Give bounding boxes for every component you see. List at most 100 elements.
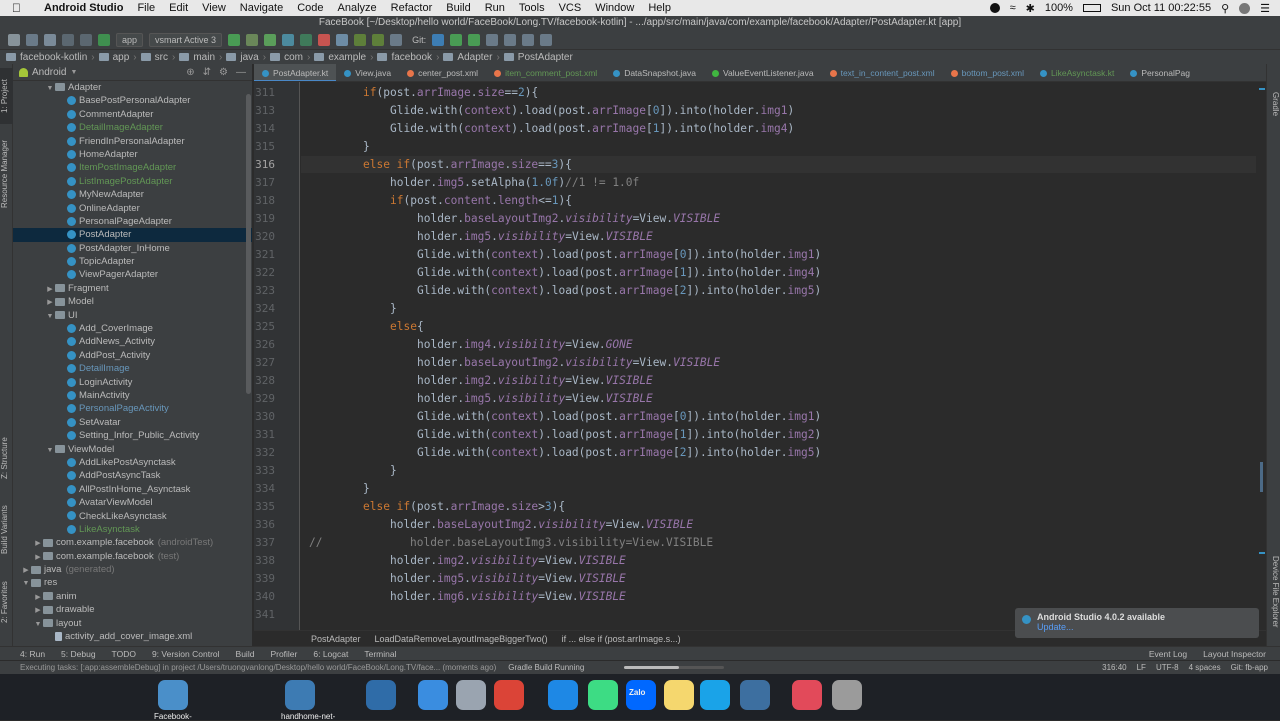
heart-app-icon[interactable] bbox=[792, 680, 822, 710]
collapse-all-icon[interactable]: ⇵ bbox=[203, 67, 211, 78]
expand-arrow-icon[interactable]: ▼ bbox=[45, 444, 55, 457]
tool-button-version-control[interactable]: 9: Version Control bbox=[152, 649, 220, 659]
code-line[interactable]: Glide.with(context).load(post.arrImage[0… bbox=[417, 408, 821, 426]
tree-item[interactable]: ▼ res bbox=[13, 576, 252, 589]
record-icon[interactable] bbox=[989, 3, 1000, 13]
tree-item[interactable]: DetailImageAdapter bbox=[13, 121, 252, 134]
editor-tab[interactable]: PostAdapter.kt bbox=[254, 64, 337, 81]
avd-manager-icon[interactable] bbox=[354, 33, 367, 46]
nav-crumb[interactable]: main bbox=[193, 52, 215, 63]
tree-item[interactable]: ▼ layout bbox=[13, 617, 252, 630]
line-separator[interactable]: LF bbox=[1137, 663, 1146, 672]
safari-icon[interactable] bbox=[548, 680, 578, 710]
nav-crumb[interactable]: PostAdapter bbox=[518, 52, 573, 63]
tree-item[interactable]: Add_CoverImage bbox=[13, 322, 252, 335]
bluetooth-icon[interactable]: ✱ bbox=[1026, 2, 1035, 15]
trash-icon[interactable] bbox=[832, 680, 862, 710]
code-line[interactable]: else if(post.arrImage.size==3){ bbox=[363, 156, 572, 174]
project-view-select[interactable]: Android bbox=[32, 67, 66, 78]
search-everywhere-icon[interactable] bbox=[540, 33, 553, 46]
code-line[interactable]: holder.img5.visibility=View.VISIBLE bbox=[390, 570, 626, 588]
crumb-class[interactable]: PostAdapter bbox=[311, 631, 361, 646]
collapse-arrow-icon[interactable]: ▶ bbox=[33, 551, 43, 564]
sdk-manager-icon[interactable] bbox=[372, 33, 385, 46]
app-menu[interactable]: Android Studio bbox=[34, 2, 130, 14]
tab-build-variants[interactable]: Build Variants bbox=[0, 498, 13, 562]
menu-code[interactable]: Code bbox=[290, 2, 330, 14]
sync-icon[interactable] bbox=[44, 33, 56, 46]
menu-edit[interactable]: Edit bbox=[162, 2, 195, 14]
tree-item[interactable]: ▼ ViewModel bbox=[13, 443, 252, 456]
tree-item[interactable]: ▶ com.example.facebook (androidTest) bbox=[13, 536, 252, 549]
folder-icon[interactable] bbox=[366, 680, 396, 710]
tree-item[interactable]: AddNews_Activity bbox=[13, 335, 252, 348]
tree-item[interactable]: PostAdapter_InHome bbox=[13, 242, 252, 255]
chrome-icon[interactable] bbox=[494, 680, 524, 710]
tree-item[interactable]: ListImagePostAdapter bbox=[13, 175, 252, 188]
menu-view[interactable]: View bbox=[195, 2, 233, 14]
apply-changes-icon[interactable] bbox=[246, 33, 259, 46]
code-line[interactable]: holder.img2.visibility=View.VISIBLE bbox=[390, 552, 626, 570]
menu-help[interactable]: Help bbox=[641, 2, 678, 14]
code-line[interactable]: // holder.baseLayoutImg3.visibility=View… bbox=[309, 534, 713, 552]
code-line[interactable]: holder.img5.visibility=View.VISIBLE bbox=[417, 228, 653, 246]
editor-tab[interactable]: text_in_content_post.xml bbox=[822, 64, 943, 81]
battery-percent[interactable]: 100% bbox=[1045, 2, 1073, 14]
menu-analyze[interactable]: Analyze bbox=[331, 2, 384, 14]
nav-crumb[interactable]: java bbox=[240, 52, 258, 63]
tree-item[interactable]: ▶ anim bbox=[13, 590, 252, 603]
project-scrollbar[interactable] bbox=[246, 94, 251, 394]
tree-item[interactable]: AddPost_Activity bbox=[13, 349, 252, 362]
tree-item[interactable]: CommentAdapter bbox=[13, 108, 252, 121]
menu-window[interactable]: Window bbox=[588, 2, 641, 14]
code-line[interactable]: holder.img5.setAlpha(1.0f)//1 != 1.0f bbox=[390, 174, 639, 192]
editor-tab[interactable]: center_post.xml bbox=[399, 64, 486, 81]
tree-item[interactable]: SetAvatar bbox=[13, 416, 252, 429]
tool-button-logcat[interactable]: 6: Logcat bbox=[313, 649, 348, 659]
tree-item[interactable]: ▶ Model bbox=[13, 295, 252, 308]
tree-item[interactable]: HomeAdapter bbox=[13, 148, 252, 161]
finder-folder-facebook-icon[interactable] bbox=[158, 680, 188, 710]
save-all-icon[interactable] bbox=[26, 33, 38, 46]
profile-icon[interactable] bbox=[282, 33, 295, 46]
layout-inspector-icon[interactable] bbox=[390, 33, 403, 46]
crumb-function[interactable]: LoadDataRemoveLayoutImageBiggerTwo() bbox=[375, 631, 548, 646]
code-line[interactable]: holder.img6.visibility=View.VISIBLE bbox=[390, 588, 626, 606]
layout-inspector-button[interactable]: Layout Inspector bbox=[1203, 649, 1266, 659]
menu-file[interactable]: File bbox=[130, 2, 162, 14]
collapse-arrow-icon[interactable]: ▶ bbox=[33, 591, 43, 604]
tree-item[interactable]: ▶ drawable bbox=[13, 603, 252, 616]
tab-project[interactable]: 1: Project bbox=[0, 68, 13, 124]
code-line[interactable]: holder.baseLayoutImg2.visibility=View.VI… bbox=[417, 354, 720, 372]
tab-device-file-explorer[interactable]: Device File Explorer bbox=[1267, 544, 1280, 640]
tab-structure[interactable]: Z: Structure bbox=[0, 428, 13, 488]
build-progress[interactable] bbox=[624, 666, 725, 669]
tree-item[interactable]: ViewPagerAdapter bbox=[13, 268, 252, 281]
attach-debugger-icon[interactable] bbox=[300, 33, 313, 46]
editor-tab[interactable]: DataSnapshot.java bbox=[605, 64, 704, 81]
event-log-button[interactable]: Event Log bbox=[1149, 649, 1187, 659]
status-message[interactable]: Executing tasks: [:app:assembleDebug] in… bbox=[20, 663, 496, 672]
code-line[interactable]: holder.img4.visibility=View.GONE bbox=[417, 336, 633, 354]
clock[interactable]: Sun Oct 11 00:22:55 bbox=[1111, 2, 1211, 14]
code-line[interactable]: holder.baseLayoutImg2.visibility=View.VI… bbox=[417, 210, 720, 228]
collapse-arrow-icon[interactable]: ▶ bbox=[33, 537, 43, 550]
editor-tab[interactable]: item_comment_post.xml bbox=[486, 64, 605, 81]
code-line[interactable]: Glide.with(context).load(post.arrImage[1… bbox=[390, 120, 794, 138]
run-config-select[interactable]: app bbox=[116, 32, 144, 47]
tree-item[interactable]: PostAdapter bbox=[13, 228, 252, 242]
code-line[interactable]: holder.baseLayoutImg2.visibility=View.VI… bbox=[390, 516, 693, 534]
tree-item[interactable]: AddLikePostAsynctask bbox=[13, 456, 252, 469]
code-line[interactable]: } bbox=[363, 138, 370, 156]
menu-vcs[interactable]: VCS bbox=[552, 2, 589, 14]
tree-item[interactable]: PersonalPageAdapter bbox=[13, 215, 252, 228]
tree-item[interactable]: MainActivity bbox=[13, 389, 252, 402]
tree-item[interactable]: TopicAdapter bbox=[13, 255, 252, 268]
finder-icon[interactable] bbox=[418, 680, 448, 710]
xcode-tools-icon[interactable] bbox=[700, 680, 730, 710]
expand-arrow-icon[interactable]: ▼ bbox=[45, 82, 55, 95]
tree-item[interactable]: ▶ com.example.facebook (test) bbox=[13, 550, 252, 563]
tool-button-profiler[interactable]: Profiler bbox=[270, 649, 297, 659]
code-line[interactable]: holder.img2.visibility=View.VISIBLE bbox=[417, 372, 653, 390]
nav-crumb[interactable]: Adapter bbox=[457, 52, 492, 63]
